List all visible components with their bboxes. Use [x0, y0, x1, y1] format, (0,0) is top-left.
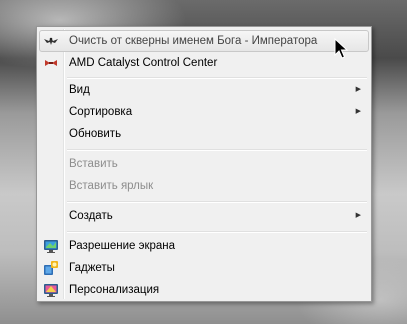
menu-item-screen-resolution[interactable]: Разрешение экрана [39, 235, 369, 257]
menu-item-personalization[interactable]: Персонализация [39, 279, 369, 301]
desktop-context-menu: Очисть от скверны именем Бога - Императо… [36, 26, 372, 302]
menu-item-gadgets[interactable]: Гаджеты [39, 257, 369, 279]
menu-item-paste-shortcut: Вставить ярлык [39, 175, 369, 197]
personalization-icon [43, 282, 59, 298]
menu-item-label: Обновить [69, 128, 122, 140]
menu-item-create[interactable]: Создать ▶ [39, 205, 369, 227]
menu-item-label: AMD Catalyst Control Center [69, 57, 218, 69]
menu-separator [67, 231, 367, 233]
submenu-arrow-icon: ▶ [355, 86, 361, 93]
submenu-arrow-icon: ▶ [355, 212, 361, 219]
monitor-icon [43, 238, 59, 254]
menu-item-label: Сортировка [69, 106, 133, 118]
menu-item-label: Вид [69, 84, 90, 96]
menu-item-paste: Вставить [39, 153, 369, 175]
menu-item-label: Вставить [69, 158, 118, 170]
amd-catalyst-icon [43, 55, 59, 71]
menu-item-purge-heresy[interactable]: Очисть от скверны именем Бога - Императо… [39, 30, 369, 52]
gadgets-icon [43, 260, 59, 276]
menu-item-label: Гаджеты [69, 262, 115, 274]
aquila-icon [43, 33, 59, 49]
menu-item-label: Очисть от скверны именем Бога - Императо… [69, 35, 318, 47]
menu-item-label: Персонализация [69, 284, 160, 296]
menu-item-refresh[interactable]: Обновить [39, 123, 369, 145]
menu-item-amd-catalyst[interactable]: AMD Catalyst Control Center [39, 52, 369, 74]
menu-separator [67, 149, 367, 151]
menu-item-label: Вставить ярлык [69, 180, 154, 192]
menu-item-label: Создать [69, 210, 113, 222]
menu-item-view[interactable]: Вид ▶ [39, 79, 369, 101]
submenu-arrow-icon: ▶ [355, 108, 361, 115]
menu-separator [67, 201, 367, 203]
menu-item-label: Разрешение экрана [69, 240, 176, 252]
menu-item-sort[interactable]: Сортировка ▶ [39, 101, 369, 123]
mouse-pointer-icon [334, 37, 349, 60]
